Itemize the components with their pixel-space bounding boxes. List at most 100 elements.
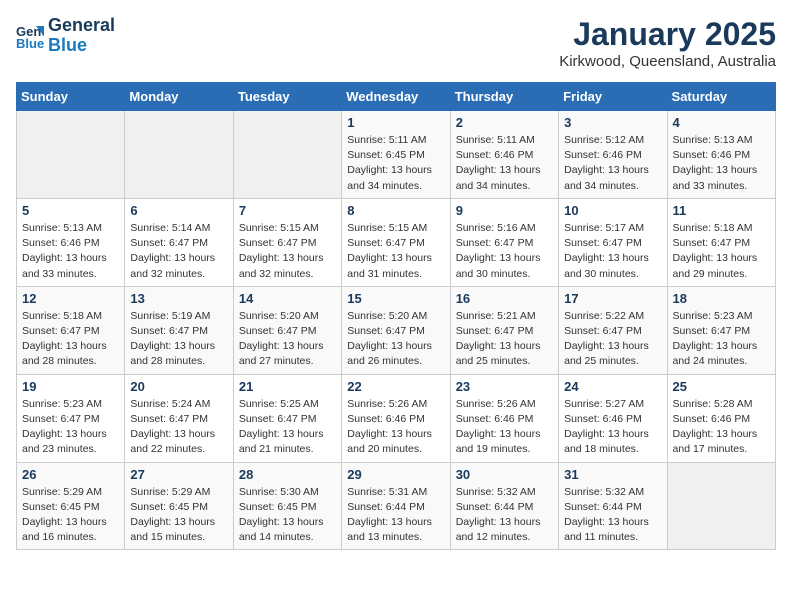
day-info: Sunrise: 5:20 AMSunset: 6:47 PMDaylight:… [347, 309, 444, 370]
calendar-table: SundayMondayTuesdayWednesdayThursdayFrid… [16, 82, 776, 550]
day-info: Sunrise: 5:12 AMSunset: 6:46 PMDaylight:… [564, 133, 661, 194]
day-info: Sunrise: 5:30 AMSunset: 6:45 PMDaylight:… [239, 485, 336, 546]
day-info: Sunrise: 5:25 AMSunset: 6:47 PMDaylight:… [239, 397, 336, 458]
calendar-cell: 7Sunrise: 5:15 AMSunset: 6:47 PMDaylight… [233, 198, 341, 286]
calendar-cell: 16 Sunrise: 5:21 AMSunset: 6:47 PMDayligh… [450, 286, 558, 374]
day-info: Sunrise: 5:13 AMSunset: 6:46 PMDaylight:… [673, 133, 770, 194]
logo-icon: General Blue [16, 22, 44, 50]
calendar-cell: 9Sunrise: 5:16 AMSunset: 6:47 PMDaylight… [450, 198, 558, 286]
day-info: Sunrise: 5:20 AMSunset: 6:47 PMDaylight:… [239, 309, 336, 370]
location: Kirkwood, Queensland, Australia [559, 53, 776, 70]
day-info: Sunrise: 5:17 AMSunset: 6:47 PMDaylight:… [564, 221, 661, 282]
day-info: Sunrise: 5:31 AMSunset: 6:44 PMDaylight:… [347, 485, 444, 546]
day-number: 31 [564, 467, 661, 482]
month-title: January 2025 [559, 16, 776, 53]
calendar-week-row: 19 Sunrise: 5:23 AMSunset: 6:47 PMDayligh… [17, 374, 776, 462]
day-number: 17 [564, 291, 661, 306]
day-number: 15 [347, 291, 444, 306]
day-number: 26 [22, 467, 119, 482]
calendar-cell: 22Sunrise: 5:26 AMSunset: 6:46 PMDayligh… [342, 374, 450, 462]
calendar-cell: 8 Sunrise: 5:15 AMSunset: 6:47 PMDaylight… [342, 198, 450, 286]
day-number: 14 [239, 291, 336, 306]
day-number: 10 [564, 203, 661, 218]
calendar-cell [667, 462, 775, 550]
day-info: Sunrise: 5:21 AMSunset: 6:47 PMDaylight:… [456, 309, 553, 370]
day-number: 30 [456, 467, 553, 482]
day-number: 12 [22, 291, 119, 306]
calendar-cell: 15 Sunrise: 5:20 AMSunset: 6:47 PMDayligh… [342, 286, 450, 374]
calendar-cell [17, 111, 125, 199]
calendar-cell: 26Sunrise: 5:29 AMSunset: 6:45 PMDayligh… [17, 462, 125, 550]
day-info: Sunrise: 5:27 AMSunset: 6:46 PMDaylight:… [564, 397, 661, 458]
day-number: 3 [564, 115, 661, 130]
calendar-cell [125, 111, 233, 199]
weekday-header-sunday: Sunday [17, 83, 125, 111]
day-info: Sunrise: 5:24 AMSunset: 6:47 PMDaylight:… [130, 397, 227, 458]
calendar-cell: 21 Sunrise: 5:25 AMSunset: 6:47 PMDayligh… [233, 374, 341, 462]
day-number: 29 [347, 467, 444, 482]
day-number: 2 [456, 115, 553, 130]
calendar-cell: 20Sunrise: 5:24 AMSunset: 6:47 PMDayligh… [125, 374, 233, 462]
weekday-header-monday: Monday [125, 83, 233, 111]
day-number: 24 [564, 379, 661, 394]
calendar-cell: 5Sunrise: 5:13 AMSunset: 6:46 PMDaylight… [17, 198, 125, 286]
calendar-cell: 11Sunrise: 5:18 AMSunset: 6:47 PMDayligh… [667, 198, 775, 286]
day-number: 1 [347, 115, 444, 130]
day-info: Sunrise: 5:11 AMSunset: 6:46 PMDaylight:… [456, 133, 553, 194]
day-info: Sunrise: 5:14 AMSunset: 6:47 PMDaylight:… [130, 221, 227, 282]
calendar-cell: 2 Sunrise: 5:11 AMSunset: 6:46 PMDaylight… [450, 111, 558, 199]
day-info: Sunrise: 5:13 AMSunset: 6:46 PMDaylight:… [22, 221, 119, 282]
day-info: Sunrise: 5:29 AMSunset: 6:45 PMDaylight:… [130, 485, 227, 546]
calendar-cell: 24 Sunrise: 5:27 AMSunset: 6:46 PMDayligh… [559, 374, 667, 462]
day-number: 19 [22, 379, 119, 394]
logo: General Blue General Blue [16, 16, 115, 56]
day-number: 7 [239, 203, 336, 218]
calendar-cell: 13 Sunrise: 5:19 AMSunset: 6:47 PMDayligh… [125, 286, 233, 374]
calendar-cell: 14 Sunrise: 5:20 AMSunset: 6:47 PMDayligh… [233, 286, 341, 374]
day-number: 18 [673, 291, 770, 306]
calendar-cell: 10 Sunrise: 5:17 AMSunset: 6:47 PMDayligh… [559, 198, 667, 286]
day-info: Sunrise: 5:23 AMSunset: 6:47 PMDaylight:… [22, 397, 119, 458]
calendar-cell: 17 Sunrise: 5:22 AMSunset: 6:47 PMDayligh… [559, 286, 667, 374]
day-info: Sunrise: 5:32 AMSunset: 6:44 PMDaylight:… [456, 485, 553, 546]
day-number: 16 [456, 291, 553, 306]
calendar-week-row: 5Sunrise: 5:13 AMSunset: 6:46 PMDaylight… [17, 198, 776, 286]
day-info: Sunrise: 5:19 AMSunset: 6:47 PMDaylight:… [130, 309, 227, 370]
title-block: January 2025 Kirkwood, Queensland, Austr… [559, 16, 776, 70]
calendar-cell: 30 Sunrise: 5:32 AMSunset: 6:44 PMDayligh… [450, 462, 558, 550]
day-number: 8 [347, 203, 444, 218]
calendar-cell: 23Sunrise: 5:26 AMSunset: 6:46 PMDayligh… [450, 374, 558, 462]
calendar-cell: 31 Sunrise: 5:32 AMSunset: 6:44 PMDayligh… [559, 462, 667, 550]
calendar-cell: 1 Sunrise: 5:11 AMSunset: 6:45 PMDaylight… [342, 111, 450, 199]
calendar-cell [233, 111, 341, 199]
weekday-header-row: SundayMondayTuesdayWednesdayThursdayFrid… [17, 83, 776, 111]
calendar-cell: 19 Sunrise: 5:23 AMSunset: 6:47 PMDayligh… [17, 374, 125, 462]
weekday-header-friday: Friday [559, 83, 667, 111]
day-info: Sunrise: 5:23 AMSunset: 6:47 PMDaylight:… [673, 309, 770, 370]
day-number: 25 [673, 379, 770, 394]
weekday-header-tuesday: Tuesday [233, 83, 341, 111]
logo-text: General Blue [48, 16, 115, 56]
day-info: Sunrise: 5:28 AMSunset: 6:46 PMDaylight:… [673, 397, 770, 458]
calendar-cell: 25 Sunrise: 5:28 AMSunset: 6:46 PMDayligh… [667, 374, 775, 462]
calendar-cell: 18 Sunrise: 5:23 AMSunset: 6:47 PMDayligh… [667, 286, 775, 374]
calendar-cell: 3 Sunrise: 5:12 AMSunset: 6:46 PMDaylight… [559, 111, 667, 199]
calendar-cell: 4 Sunrise: 5:13 AMSunset: 6:46 PMDaylight… [667, 111, 775, 199]
day-number: 4 [673, 115, 770, 130]
day-info: Sunrise: 5:16 AMSunset: 6:47 PMDaylight:… [456, 221, 553, 282]
day-number: 27 [130, 467, 227, 482]
day-info: Sunrise: 5:15 AMSunset: 6:47 PMDaylight:… [347, 221, 444, 282]
day-info: Sunrise: 5:32 AMSunset: 6:44 PMDaylight:… [564, 485, 661, 546]
day-info: Sunrise: 5:18 AMSunset: 6:47 PMDaylight:… [673, 221, 770, 282]
day-info: Sunrise: 5:11 AMSunset: 6:45 PMDaylight:… [347, 133, 444, 194]
weekday-header-wednesday: Wednesday [342, 83, 450, 111]
day-number: 23 [456, 379, 553, 394]
calendar-cell: 27 Sunrise: 5:29 AMSunset: 6:45 PMDayligh… [125, 462, 233, 550]
day-info: Sunrise: 5:18 AMSunset: 6:47 PMDaylight:… [22, 309, 119, 370]
day-number: 21 [239, 379, 336, 394]
calendar-cell: 12 Sunrise: 5:18 AMSunset: 6:47 PMDayligh… [17, 286, 125, 374]
day-info: Sunrise: 5:22 AMSunset: 6:47 PMDaylight:… [564, 309, 661, 370]
calendar-week-row: 26 Sunrise: 5:29 AMSunset: 6:45 PMDayligh… [17, 462, 776, 550]
day-number: 6 [130, 203, 227, 218]
day-number: 13 [130, 291, 227, 306]
